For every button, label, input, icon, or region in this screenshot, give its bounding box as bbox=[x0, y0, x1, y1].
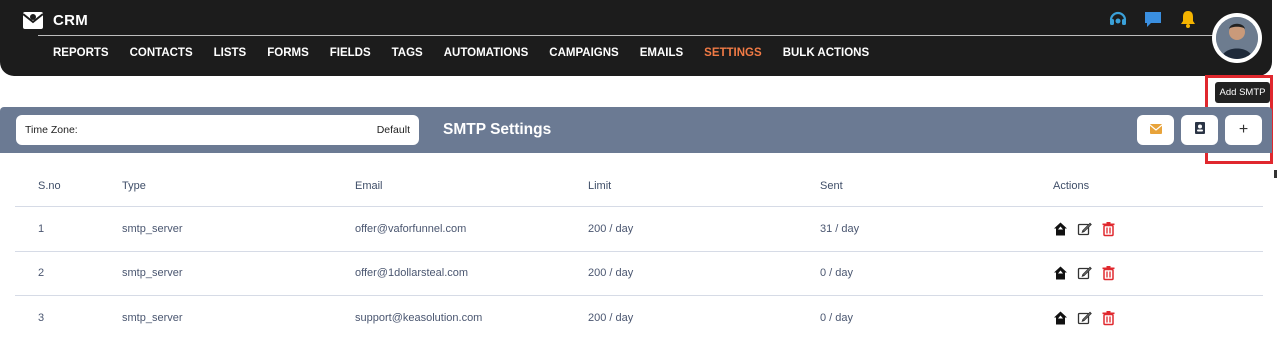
nav-item-emails[interactable]: EMAILS bbox=[640, 47, 683, 59]
brand-name: CRM bbox=[53, 11, 89, 29]
add-smtp-button[interactable]: + bbox=[1225, 115, 1262, 145]
column-header-sent: Sent bbox=[820, 179, 843, 192]
chat-icon[interactable] bbox=[1143, 9, 1163, 29]
row-actions bbox=[1053, 310, 1116, 325]
headset-icon[interactable] bbox=[1108, 9, 1128, 29]
column-header-sno: S.no bbox=[38, 179, 61, 192]
column-header-actions: Actions bbox=[1053, 179, 1090, 192]
divider bbox=[38, 35, 1218, 36]
timezone-value: Default bbox=[376, 124, 410, 136]
top-navbar: CRM REPORTS CONTACTS LISTS FORMS FIELDS … bbox=[0, 0, 1272, 76]
cell-sent: 0 / day bbox=[820, 267, 854, 280]
delete-icon[interactable] bbox=[1101, 221, 1116, 236]
nav-item-campaigns[interactable]: CAMPAIGNS bbox=[549, 47, 618, 59]
nav-item-settings[interactable]: SETTINGS bbox=[704, 47, 762, 59]
panel-header: Time Zone: Default SMTP Settings + bbox=[0, 107, 1272, 153]
cursor-mark bbox=[1274, 170, 1277, 178]
table-row: 2 smtp_server offer@1dollarsteal.com 200… bbox=[15, 252, 1263, 296]
column-header-type: Type bbox=[122, 179, 146, 192]
delete-icon[interactable] bbox=[1101, 310, 1116, 325]
table-row: 3 smtp_server support@keasolution.com 20… bbox=[15, 296, 1263, 338]
delete-icon[interactable] bbox=[1101, 266, 1116, 281]
nav-item-fields[interactable]: FIELDS bbox=[330, 47, 371, 59]
cell-type: smtp_server bbox=[122, 267, 183, 280]
top-icons bbox=[1108, 9, 1198, 29]
avatar-image bbox=[1216, 17, 1258, 59]
nav-item-forms[interactable]: FORMS bbox=[267, 47, 309, 59]
row-actions bbox=[1053, 221, 1116, 236]
cell-email: support@keasolution.com bbox=[355, 311, 483, 324]
cell-limit: 200 / day bbox=[588, 311, 634, 324]
cell-type: smtp_server bbox=[122, 311, 183, 324]
cell-email: offer@vaforfunnel.com bbox=[355, 222, 467, 235]
nav-item-reports[interactable]: REPORTS bbox=[53, 47, 109, 59]
page-title: SMTP Settings bbox=[443, 121, 552, 138]
row-actions bbox=[1053, 266, 1116, 281]
column-header-limit: Limit bbox=[588, 179, 612, 192]
cell-limit: 200 / day bbox=[588, 267, 634, 280]
cell-sent: 31 / day bbox=[820, 222, 860, 235]
edit-icon[interactable] bbox=[1077, 266, 1092, 281]
cell-limit: 200 / day bbox=[588, 222, 634, 235]
envelope-logo-icon bbox=[22, 9, 44, 31]
table-row: 1 smtp_server offer@vaforfunnel.com 200 … bbox=[15, 207, 1263, 252]
cell-type: smtp_server bbox=[122, 222, 183, 235]
set-default-icon[interactable] bbox=[1053, 221, 1068, 236]
cell-sno: 1 bbox=[38, 222, 45, 235]
cell-sno: 2 bbox=[38, 267, 45, 280]
edit-icon[interactable] bbox=[1077, 221, 1092, 236]
nav-item-contacts[interactable]: CONTACTS bbox=[130, 47, 193, 59]
avatar[interactable] bbox=[1212, 13, 1262, 63]
contact-card-icon bbox=[1194, 121, 1205, 139]
table-header: S.no Type Email Limit Sent Actions bbox=[15, 165, 1263, 207]
cell-sno: 3 bbox=[38, 311, 45, 324]
set-default-icon[interactable] bbox=[1053, 310, 1068, 325]
main-nav: REPORTS CONTACTS LISTS FORMS FIELDS TAGS… bbox=[53, 47, 890, 59]
set-default-icon[interactable] bbox=[1053, 266, 1068, 281]
nav-item-lists[interactable]: LISTS bbox=[214, 47, 247, 59]
nav-item-tags[interactable]: TAGS bbox=[392, 47, 423, 59]
nav-item-automations[interactable]: AUTOMATIONS bbox=[444, 47, 529, 59]
contact-settings-button[interactable] bbox=[1181, 115, 1218, 145]
column-header-email: Email bbox=[355, 179, 383, 192]
mail-icon bbox=[1149, 121, 1162, 139]
email-settings-button[interactable] bbox=[1137, 115, 1174, 145]
smtp-table: S.no Type Email Limit Sent Actions 1 smt… bbox=[15, 165, 1263, 338]
timezone-select[interactable]: Time Zone: Default bbox=[16, 115, 419, 145]
edit-icon[interactable] bbox=[1077, 310, 1092, 325]
cell-email: offer@1dollarsteal.com bbox=[355, 267, 469, 280]
timezone-label: Time Zone: bbox=[25, 124, 78, 136]
nav-item-bulk-actions[interactable]: BULK ACTIONS bbox=[783, 47, 869, 59]
bell-icon[interactable] bbox=[1178, 9, 1198, 29]
cell-sent: 0 / day bbox=[820, 311, 854, 324]
brand[interactable]: CRM bbox=[22, 9, 88, 31]
